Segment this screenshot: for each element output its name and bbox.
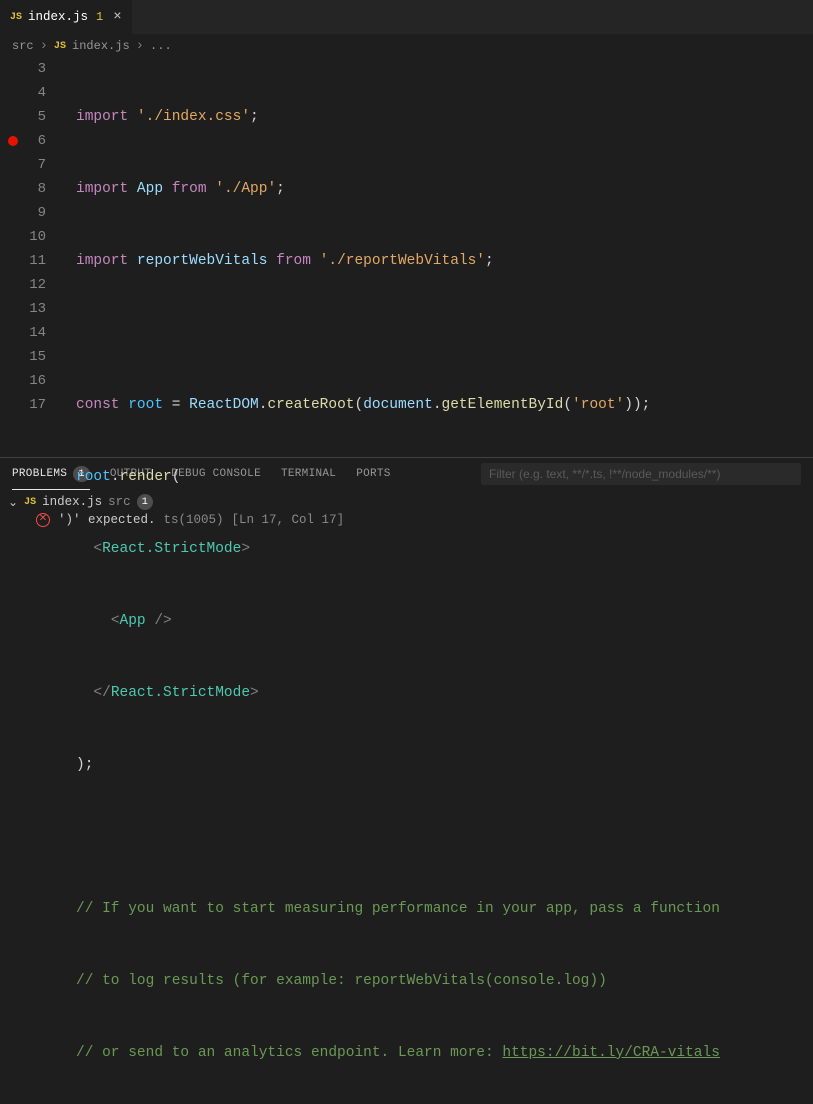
line-number[interactable]: 16	[0, 369, 46, 393]
line-number[interactable]: 6	[0, 129, 46, 153]
code-content[interactable]: import './index.css'; import App from '.…	[64, 57, 813, 457]
tab-problems-label: PROBLEMS	[12, 468, 67, 480]
tab-dirty-badge: 1	[96, 10, 103, 24]
breadcrumbs[interactable]: src › JS index.js › ...	[0, 35, 813, 57]
line-number[interactable]: 4	[0, 81, 46, 105]
line-number[interactable]: 5	[0, 105, 46, 129]
line-number[interactable]: 11	[0, 249, 46, 273]
js-file-icon: JS	[10, 12, 22, 23]
js-file-icon: JS	[54, 41, 66, 52]
tab-label: index.js	[28, 10, 88, 24]
breadcrumb-file[interactable]: index.js	[72, 39, 130, 53]
chevron-down-icon[interactable]: ⌄	[8, 495, 18, 510]
breakpoint-icon[interactable]	[8, 136, 18, 146]
code-editor[interactable]: 3 4 5 6 7 8 9 10 11 12 13 14 15 16 17 im…	[0, 57, 813, 457]
line-number[interactable]: 15	[0, 345, 46, 369]
line-number[interactable]: 12	[0, 273, 46, 297]
js-file-icon: JS	[24, 497, 36, 508]
editor-tab[interactable]: JS index.js 1 ×	[0, 0, 133, 34]
line-number[interactable]: 13	[0, 297, 46, 321]
line-number[interactable]: 9	[0, 201, 46, 225]
line-number[interactable]: 14	[0, 321, 46, 345]
tabs-bar: JS index.js 1 ×	[0, 0, 813, 35]
breadcrumb-folder[interactable]: src	[12, 39, 34, 53]
error-icon: ✕	[36, 513, 50, 527]
close-icon[interactable]: ×	[113, 9, 121, 25]
line-number[interactable]: 3	[0, 57, 46, 81]
line-number[interactable]: 10	[0, 225, 46, 249]
line-gutter: 3 4 5 6 7 8 9 10 11 12 13 14 15 16 17	[0, 57, 64, 457]
line-number[interactable]: 8	[0, 177, 46, 201]
line-number[interactable]: 17	[0, 393, 46, 417]
line-number[interactable]: 7	[0, 153, 46, 177]
chevron-right-icon: ›	[136, 38, 144, 54]
chevron-right-icon: ›	[40, 38, 48, 54]
breadcrumb-symbol[interactable]: ...	[150, 39, 172, 53]
